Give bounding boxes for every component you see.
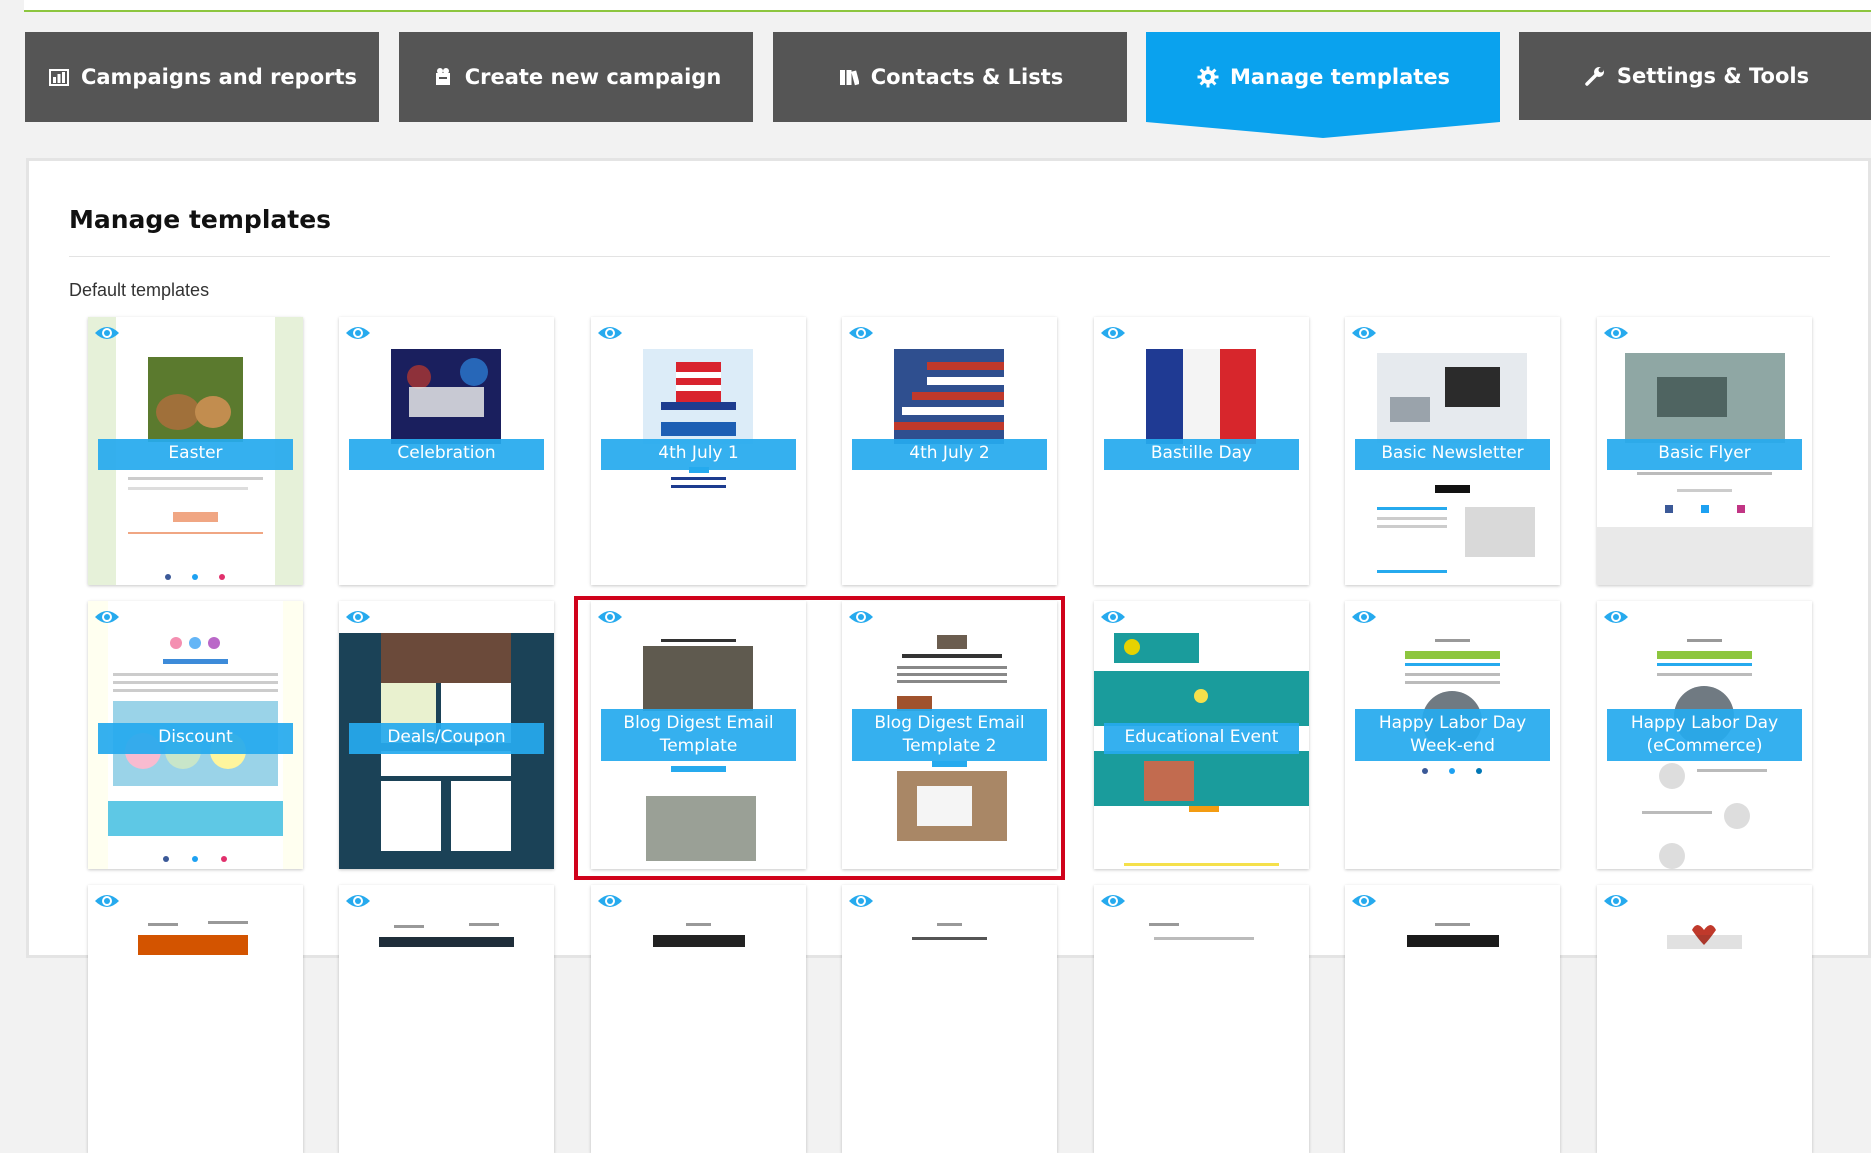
active-tab-pointer	[1146, 122, 1500, 138]
tab-label: Campaigns and reports	[80, 65, 358, 89]
preview-eye-icon[interactable]	[848, 607, 874, 627]
template-card-labor-day-ecommerce[interactable]: Happy Labor Day (eCommerce)	[1597, 601, 1812, 869]
preview-eye-icon[interactable]	[848, 323, 874, 343]
divider	[69, 256, 1830, 257]
template-thumbnail	[88, 885, 303, 1153]
preview-eye-icon[interactable]	[1603, 891, 1629, 911]
tab-label: Manage templates	[1229, 65, 1451, 89]
preview-eye-icon[interactable]	[1100, 891, 1126, 911]
template-name: Blog Digest Email Template 2	[852, 709, 1047, 761]
template-name: 4th July 1	[601, 439, 796, 470]
preview-eye-icon[interactable]	[345, 323, 371, 343]
template-card-blog-digest-2[interactable]: Blog Digest Email Template 2	[842, 601, 1057, 869]
template-name: Basic Newsletter	[1355, 439, 1550, 470]
template-card-discount[interactable]: Discount	[88, 601, 303, 869]
template-card-4th-july-1[interactable]: 4th July 1	[591, 317, 806, 585]
template-card-labor-day-weekend[interactable]: Happy Labor Day Week-end	[1345, 601, 1560, 869]
preview-eye-icon[interactable]	[597, 323, 623, 343]
preview-eye-icon[interactable]	[848, 891, 874, 911]
preview-eye-icon[interactable]	[1100, 607, 1126, 627]
template-name: Easter	[98, 439, 293, 470]
tab-label: Contacts & Lists	[870, 65, 1064, 89]
preview-eye-icon[interactable]	[94, 323, 120, 343]
template-card-row3-4[interactable]	[842, 885, 1057, 1153]
preview-eye-icon[interactable]	[1603, 323, 1629, 343]
template-card-easter[interactable]: Easter	[88, 317, 303, 585]
preview-eye-icon[interactable]	[1351, 607, 1377, 627]
tab-label: Create new campaign	[464, 65, 722, 89]
template-thumbnail	[842, 885, 1057, 1153]
template-name: Discount	[98, 723, 293, 754]
preview-eye-icon[interactable]	[597, 891, 623, 911]
top-strip	[24, 0, 1871, 12]
template-card-deals-coupon[interactable]: Deals/Coupon	[339, 601, 554, 869]
template-card-row3-6[interactable]	[1345, 885, 1560, 1153]
preview-eye-icon[interactable]	[94, 607, 120, 627]
template-name: Educational Event	[1104, 723, 1299, 754]
tab-campaigns-and-reports[interactable]: Campaigns and reports	[25, 32, 379, 122]
wrench-icon	[1583, 65, 1607, 87]
template-name: Happy Labor Day Week-end	[1355, 709, 1550, 761]
template-card-row3-5[interactable]	[1094, 885, 1309, 1153]
template-name: 4th July 2	[852, 439, 1047, 470]
preview-eye-icon[interactable]	[1100, 323, 1126, 343]
template-thumbnail	[591, 885, 806, 1153]
section-heading: Default templates	[69, 280, 210, 300]
template-card-bastille-day[interactable]: Bastille Day	[1094, 317, 1309, 585]
template-thumbnail	[1597, 885, 1812, 1153]
template-card-educational-event[interactable]: Educational Event	[1094, 601, 1309, 869]
template-name: Basic Flyer	[1607, 439, 1802, 470]
template-card-row3-1[interactable]	[88, 885, 303, 1153]
gear-icon	[1196, 66, 1220, 88]
template-card-celebration[interactable]: Celebration	[339, 317, 554, 585]
tab-contacts-lists[interactable]: Contacts & Lists	[773, 32, 1127, 122]
template-card-basic-newsletter[interactable]: Basic Newsletter	[1345, 317, 1560, 585]
template-name: Bastille Day	[1104, 439, 1299, 470]
template-card-4th-july-2[interactable]: 4th July 2	[842, 317, 1057, 585]
template-card-row3-7[interactable]	[1597, 885, 1812, 1153]
template-name: Deals/Coupon	[349, 723, 544, 754]
tab-manage-templates[interactable]: Manage templates	[1146, 32, 1500, 122]
template-card-row3-3[interactable]	[591, 885, 806, 1153]
contacts-icon	[837, 67, 861, 87]
preview-eye-icon[interactable]	[94, 891, 120, 911]
preview-eye-icon[interactable]	[1351, 891, 1377, 911]
template-name: Celebration	[349, 439, 544, 470]
template-card-basic-flyer[interactable]: Basic Flyer	[1597, 317, 1812, 585]
preview-eye-icon[interactable]	[345, 607, 371, 627]
tab-label: Settings & Tools	[1616, 64, 1810, 88]
preview-eye-icon[interactable]	[1603, 607, 1629, 627]
template-card-blog-digest-1[interactable]: Blog Digest Email Template	[591, 601, 806, 869]
page-title: Manage templates	[69, 205, 332, 234]
preview-eye-icon[interactable]	[345, 891, 371, 911]
preview-eye-icon[interactable]	[1351, 323, 1377, 343]
template-thumbnail	[339, 885, 554, 1153]
tab-settings-tools[interactable]: Settings & Tools	[1519, 32, 1871, 120]
preview-eye-icon[interactable]	[597, 607, 623, 627]
tab-create-new-campaign[interactable]: Create new campaign	[399, 32, 753, 122]
template-thumbnail	[1345, 885, 1560, 1153]
template-name: Blog Digest Email Template	[601, 709, 796, 761]
template-name: Happy Labor Day (eCommerce)	[1607, 709, 1802, 761]
campaign-icon	[431, 67, 455, 87]
template-card-row3-2[interactable]	[339, 885, 554, 1153]
template-thumbnail	[1094, 885, 1309, 1153]
report-icon	[47, 67, 71, 87]
